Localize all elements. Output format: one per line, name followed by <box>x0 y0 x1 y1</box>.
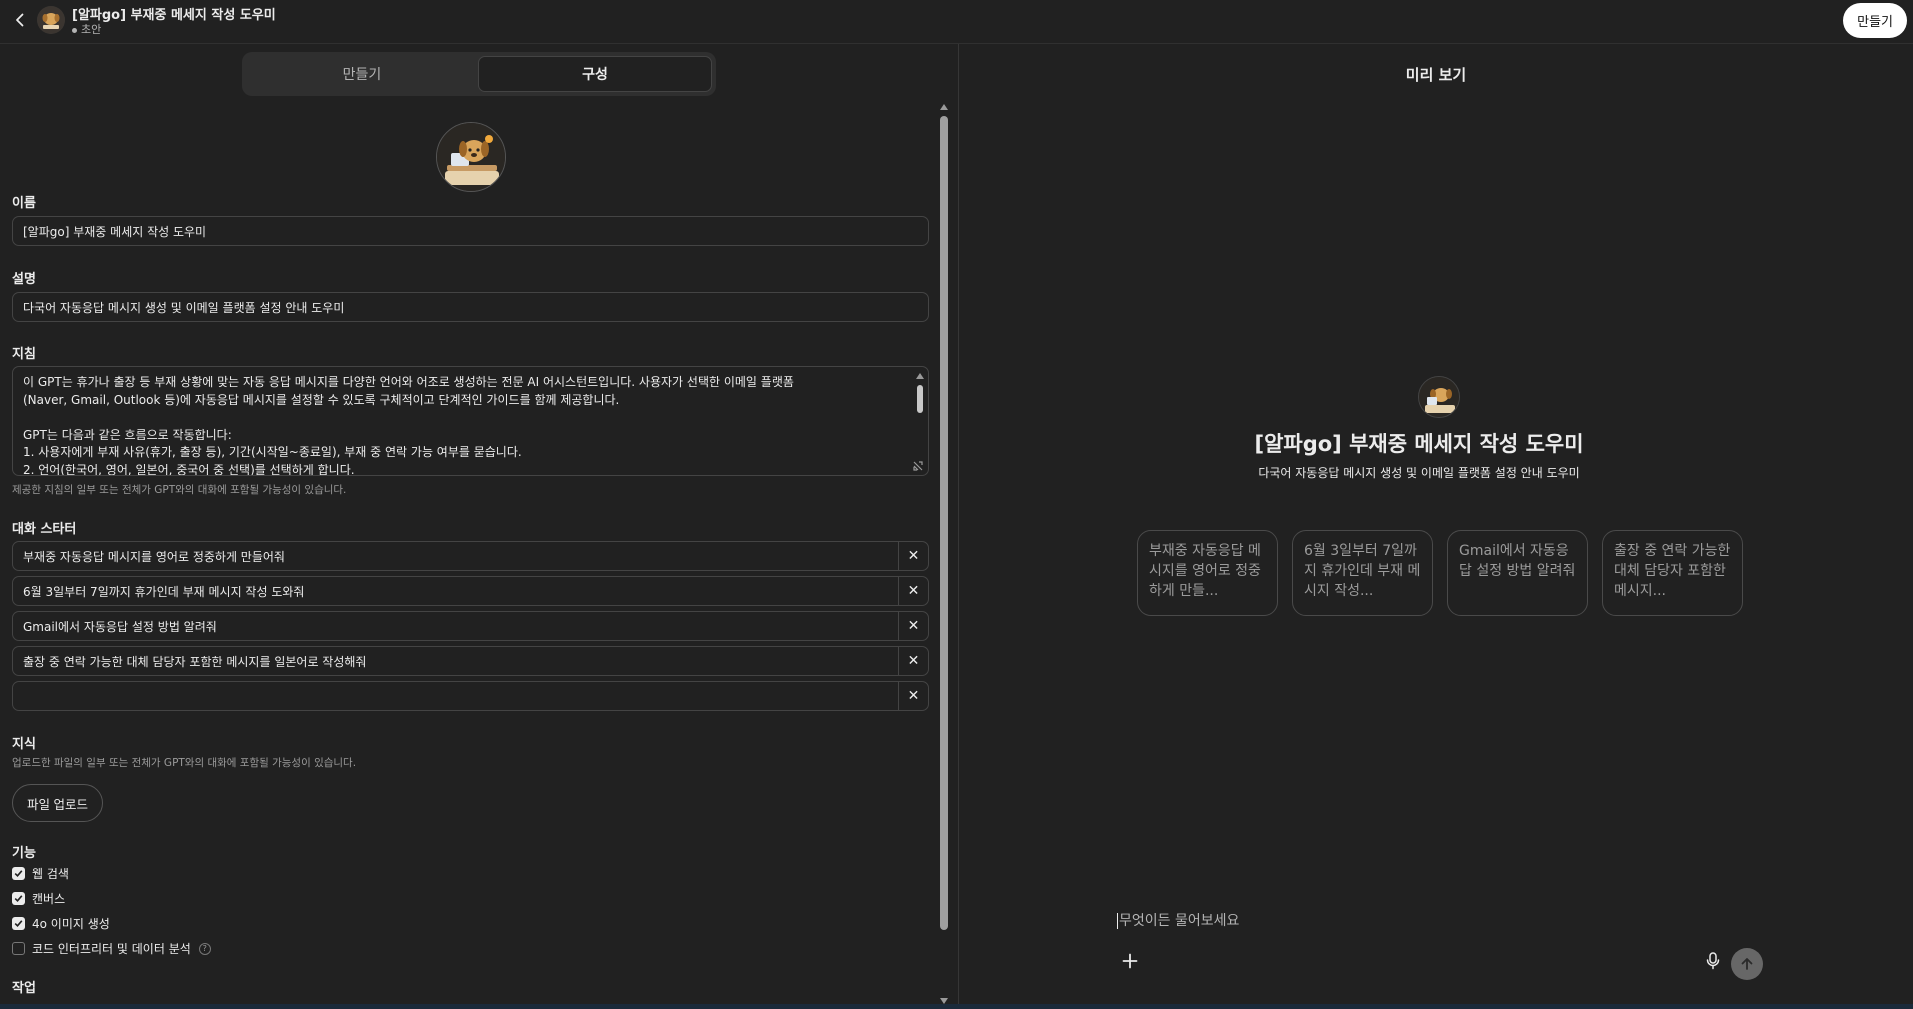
capability-label: 코드 인터프리터 및 데이터 분석 <box>32 942 191 956</box>
back-button[interactable] <box>8 8 32 32</box>
gpt-avatar-small <box>37 6 65 34</box>
remove-starter-button[interactable]: ✕ <box>898 612 928 640</box>
draft-status: 초안 <box>72 21 101 37</box>
resize-icon[interactable] <box>912 460 924 472</box>
starter-input[interactable]: 6월 3일부터 7일까지 휴가인데 부재 메시지 작성 도와줘 <box>13 583 898 600</box>
mode-tabs: 만들기 구성 <box>242 52 716 96</box>
gpt-avatar[interactable] <box>436 122 506 192</box>
knowledge-label: 지식 <box>12 737 36 752</box>
remove-starter-button[interactable]: ✕ <box>898 682 928 710</box>
capability-label: 4o 이미지 생성 <box>32 917 110 931</box>
checkbox[interactable] <box>12 942 25 955</box>
top-bar: [알파go] 부재중 메세지 작성 도우미 초안 만들기 <box>0 0 1913 44</box>
remove-starter-button[interactable]: ✕ <box>898 577 928 605</box>
help-icon[interactable]: ? <box>198 942 211 955</box>
instructions-scrollbar[interactable] <box>916 373 924 469</box>
preview-gpt-description: 다국어 자동응답 메시지 생성 및 이메일 플랫폼 설정 안내 도우미 <box>1258 466 1580 480</box>
preview-panel: 미리 보기 [알파go] 부재중 메세지 작성 도우미 다국어 자동응답 메시지… <box>959 44 1913 1004</box>
starter-input[interactable]: 출장 중 연락 가능한 대체 담당자 포함한 메시지를 일본어로 작성해줘 <box>13 653 898 670</box>
upload-file-button[interactable]: 파일 업로드 <box>12 784 103 822</box>
starter-chips: 부재중 자동응답 메시지를 영어로 정중하게 만들... 6월 3일부터 7일까… <box>1137 530 1743 616</box>
send-button[interactable] <box>1731 948 1763 980</box>
starters-label: 대화 스타터 <box>12 522 77 537</box>
check-icon <box>14 920 23 927</box>
instructions-hint: 제공한 지침의 일부 또는 전체가 GPT와의 대화에 포함될 가능성이 있습니… <box>12 484 347 496</box>
preview-avatar <box>1418 376 1460 418</box>
starter-chip[interactable]: 6월 3일부터 7일까지 휴가인데 부재 메시지 작성... <box>1292 530 1433 616</box>
capability-web-search[interactable]: 웹 검색 <box>12 865 69 882</box>
name-label: 이름 <box>12 196 36 211</box>
description-label: 설명 <box>12 272 36 287</box>
status-dot <box>72 27 77 33</box>
capability-image-generation[interactable]: 4o 이미지 생성 <box>12 915 110 932</box>
gpt-title: [알파go] 부재중 메세지 작성 도우미 <box>72 8 276 23</box>
instructions-textarea[interactable]: 이 GPT는 휴가나 출장 등 부재 상황에 맞는 자동 응답 메시지를 다양한… <box>12 366 929 476</box>
create-button[interactable]: 만들기 <box>1843 3 1907 38</box>
starter-input[interactable]: 부재중 자동응답 메시지를 영어로 정중하게 만들어줘 <box>13 548 898 565</box>
capability-canvas[interactable]: 캔버스 <box>12 890 65 907</box>
starter-row: ✕ <box>12 681 929 711</box>
preview-title: 미리 보기 <box>1405 66 1467 84</box>
remove-starter-button[interactable]: ✕ <box>898 542 928 570</box>
starter-row: 6월 3일부터 7일까지 휴가인데 부재 메시지 작성 도와줘 ✕ <box>12 576 929 606</box>
microphone-icon <box>1706 952 1720 970</box>
check-icon <box>14 895 23 902</box>
arrow-up-icon <box>1741 958 1753 970</box>
status-label: 초안 <box>81 23 102 36</box>
instructions-line <box>23 409 900 427</box>
chevron-left-icon <box>16 13 24 27</box>
capability-code-interpreter[interactable]: 코드 인터프리터 및 데이터 분석 ? <box>12 940 211 957</box>
starter-chip[interactable]: 출장 중 연락 가능한 대체 담당자 포함한 메시지... <box>1602 530 1743 616</box>
tab-create[interactable]: 만들기 <box>246 56 478 92</box>
instructions-label: 지침 <box>12 347 36 362</box>
knowledge-hint: 업로드한 파일의 일부 또는 전체가 GPT와의 대화에 포함될 가능성이 있습… <box>12 757 357 769</box>
actions-label: 작업 <box>12 981 36 996</box>
window-edge <box>0 1004 1913 1009</box>
tab-configure[interactable]: 구성 <box>478 56 712 92</box>
checkbox[interactable] <box>12 917 25 930</box>
name-field[interactable]: [알파go] 부재중 메세지 작성 도우미 <box>12 216 929 246</box>
preview-gpt-name: [알파go] 부재중 메세지 작성 도우미 <box>1254 432 1584 456</box>
voice-button[interactable] <box>1702 949 1724 973</box>
capability-label: 캔버스 <box>32 892 66 906</box>
capability-label: 웹 검색 <box>32 867 69 881</box>
composer-input[interactable]: 무엇이든 물어보세요 <box>1117 910 1717 930</box>
plus-icon <box>1122 953 1138 969</box>
remove-starter-button[interactable]: ✕ <box>898 647 928 675</box>
checkbox[interactable] <box>12 892 25 905</box>
starter-row: 부재중 자동응답 메시지를 영어로 정중하게 만들어줘 ✕ <box>12 541 929 571</box>
instructions-line: (Naver, Gmail, Outlook 등)에 자동응답 메시지를 설정할… <box>23 392 620 407</box>
starter-chip[interactable]: 부재중 자동응답 메시지를 영어로 정중하게 만들... <box>1137 530 1278 616</box>
description-field[interactable]: 다국어 자동응답 메시지 생성 및 이메일 플랫폼 설정 안내 도우미 <box>12 292 929 322</box>
capabilities-label: 기능 <box>12 846 36 861</box>
attach-button[interactable] <box>1117 948 1143 974</box>
starter-chip[interactable]: Gmail에서 자동응답 설정 방법 알려줘 <box>1447 530 1588 616</box>
instructions-line: 2. 언어(한국어, 영어, 일본어, 중국어 중 선택)를 선택하게 합니다. <box>23 462 355 476</box>
instructions-line: 이 GPT는 휴가나 출장 등 부재 상황에 맞는 자동 응답 메시지를 다양한… <box>23 375 794 389</box>
check-icon <box>14 870 23 877</box>
checkbox[interactable] <box>12 867 25 880</box>
starter-row: Gmail에서 자동응답 설정 방법 알려줘 ✕ <box>12 611 929 641</box>
instructions-line: GPT는 다음과 같은 흐름으로 작동합니다: <box>23 427 232 442</box>
config-scrollbar[interactable] <box>938 104 950 1004</box>
instructions-line: 1. 사용자에게 부재 사유(휴가, 출장 등), 기간(시작일~종료일), 부… <box>23 445 522 459</box>
config-panel: 만들기 구성 이름 [알파go] 부재중 메세지 작성 도우미 설명 다국어 자… <box>0 44 958 1004</box>
starter-row: 출장 중 연락 가능한 대체 담당자 포함한 메시지를 일본어로 작성해줘 ✕ <box>12 646 929 676</box>
starter-input[interactable]: Gmail에서 자동응답 설정 방법 알려줘 <box>13 618 898 635</box>
